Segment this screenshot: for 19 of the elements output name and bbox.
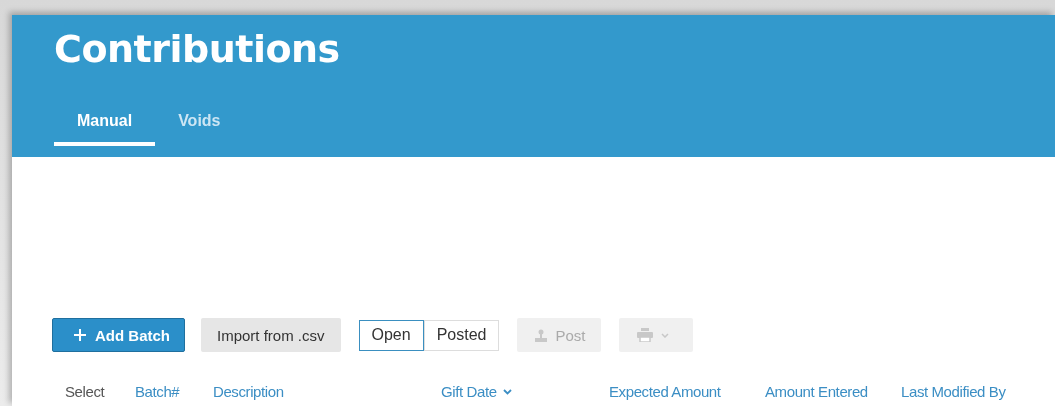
tab[interactable]: Manual [54, 103, 156, 146]
import-button[interactable]: Import from .csv [201, 318, 341, 352]
column-header[interactable]: Amount Entered [765, 383, 868, 400]
column-header[interactable]: Description [213, 383, 284, 400]
plus-icon [73, 328, 87, 342]
column-header[interactable]: Expected Amount [609, 383, 721, 400]
sort-caret-icon[interactable] [502, 388, 512, 395]
column-header[interactable]: Gift Date [441, 383, 497, 400]
toggle-option[interactable]: Posted [423, 319, 500, 351]
stamp-icon [535, 328, 548, 342]
tab[interactable]: Voids [155, 103, 244, 146]
printer-icon [637, 328, 654, 342]
column-header[interactable]: Last Modified By [901, 383, 1006, 400]
add-batch-button[interactable]: Add Batch [52, 318, 185, 352]
toggle-option[interactable]: Open [358, 319, 424, 351]
column-header: Select [65, 383, 105, 400]
caret-icon [661, 332, 670, 338]
column-header[interactable]: Batch# [135, 383, 180, 400]
page-title: Contributions [54, 26, 341, 73]
